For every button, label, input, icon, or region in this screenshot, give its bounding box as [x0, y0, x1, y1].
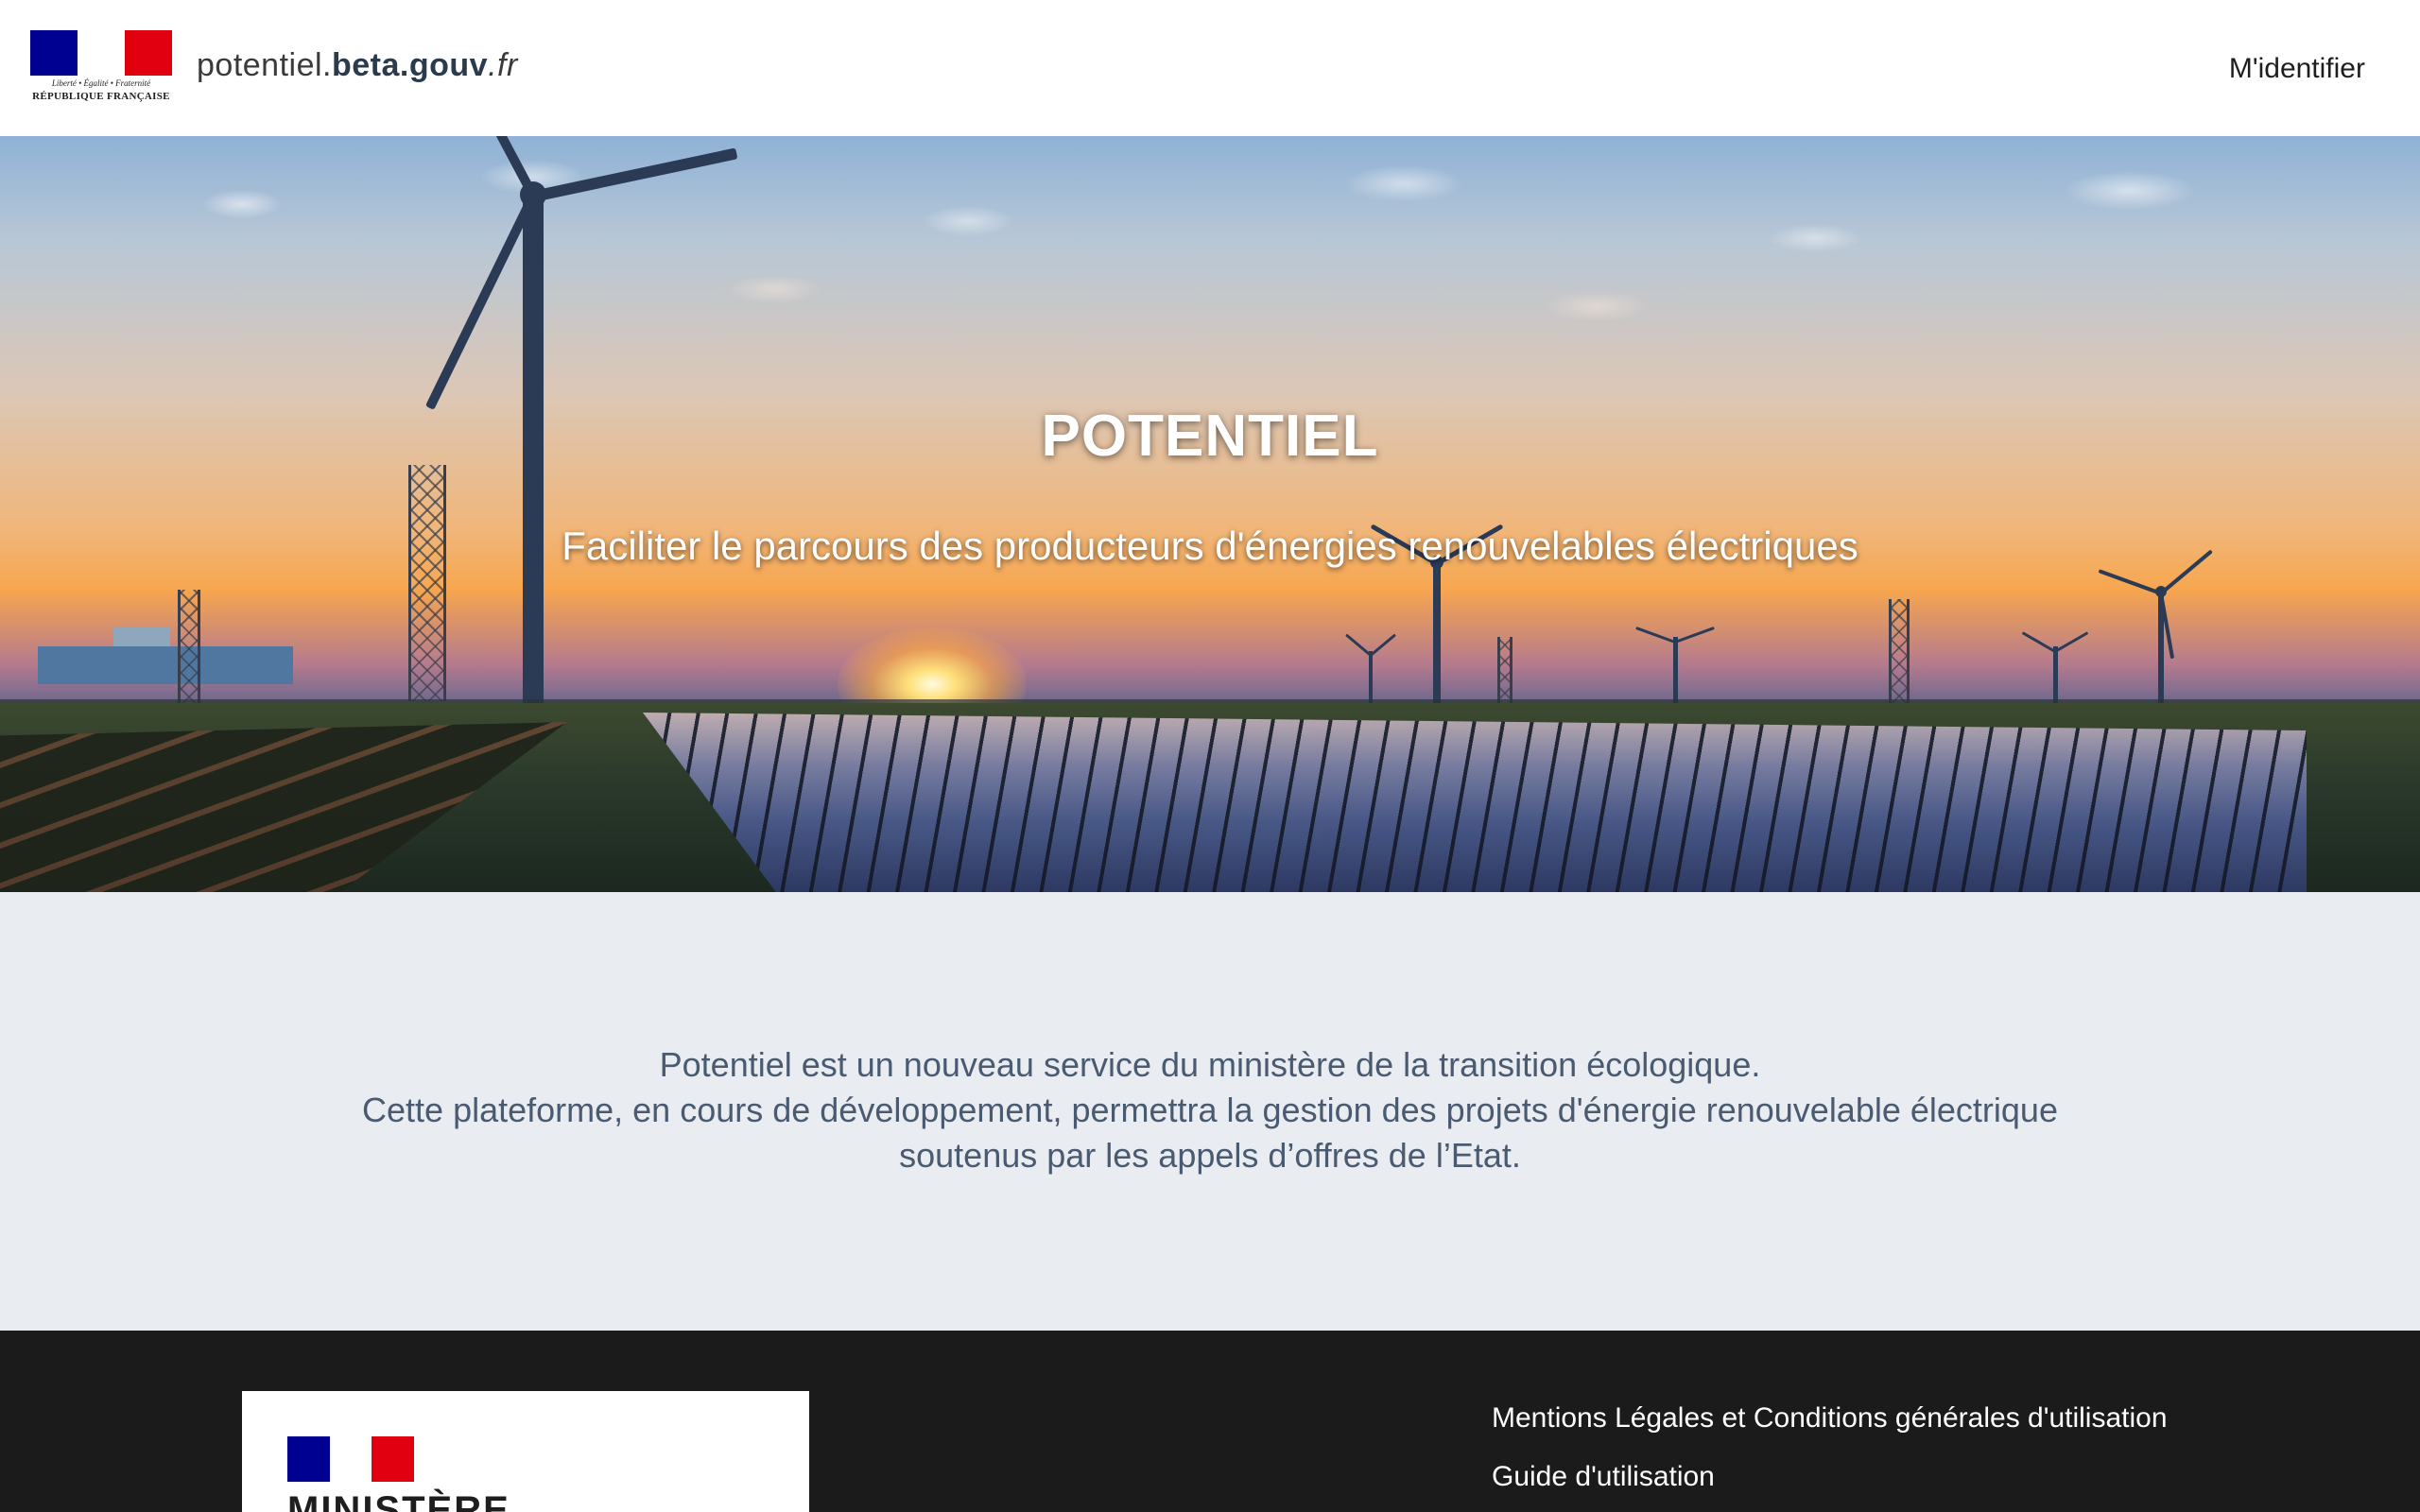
intro-text-line: Cette plateforme, en cours de développem… — [362, 1091, 2058, 1129]
footer-links: Mentions Légales et Conditions générales… — [1492, 1402, 2168, 1512]
marianne-logo[interactable]: Liberté • Égalité • Fraternité RÉPUBLIQU… — [30, 30, 172, 106]
legal-notice-link[interactable]: Mentions Légales et Conditions générales… — [1492, 1402, 2168, 1435]
marianne-profile-icon — [335, 1438, 369, 1480]
republic-motto: Liberté • Égalité • Fraternité — [51, 78, 151, 88]
hero-banner: POTENTIEL Faciliter le parcours des prod… — [0, 136, 2420, 892]
intro-text-line: Potentiel est un nouveau service du mini… — [659, 1045, 1761, 1084]
login-link[interactable]: M'identifier — [2229, 53, 2365, 85]
intro-section: Potentiel est un nouveau service du mini… — [0, 892, 2420, 1331]
ministry-label: MINISTÈRE — [287, 1489, 510, 1512]
site-name-bold: beta.gouv — [332, 47, 489, 83]
site-footer: MINISTÈRE Mentions Légales et Conditions… — [0, 1331, 2420, 1512]
site-header: Liberté • Égalité • Fraternité RÉPUBLIQU… — [0, 0, 2420, 136]
intro-text-line: soutenus par les appels d’offres de l’Et… — [899, 1136, 1521, 1175]
ministry-logo-card: MINISTÈRE — [242, 1391, 809, 1512]
republic-label: RÉPUBLIQUE FRANÇAISE — [32, 91, 170, 102]
site-name-prefix: potentiel. — [197, 47, 332, 83]
hero-title: POTENTIEL — [1041, 404, 1379, 469]
site-name-link[interactable]: potentiel.beta.gouv.fr — [197, 47, 518, 84]
hero-subtitle: Faciliter le parcours des producteurs d'… — [562, 524, 1858, 568]
marianne-profile-icon — [85, 32, 123, 76]
user-guide-link[interactable]: Guide d'utilisation — [1492, 1461, 2168, 1493]
site-name-suffix: .fr — [488, 47, 518, 83]
hero-text: POTENTIEL Faciliter le parcours des prod… — [0, 136, 2420, 892]
